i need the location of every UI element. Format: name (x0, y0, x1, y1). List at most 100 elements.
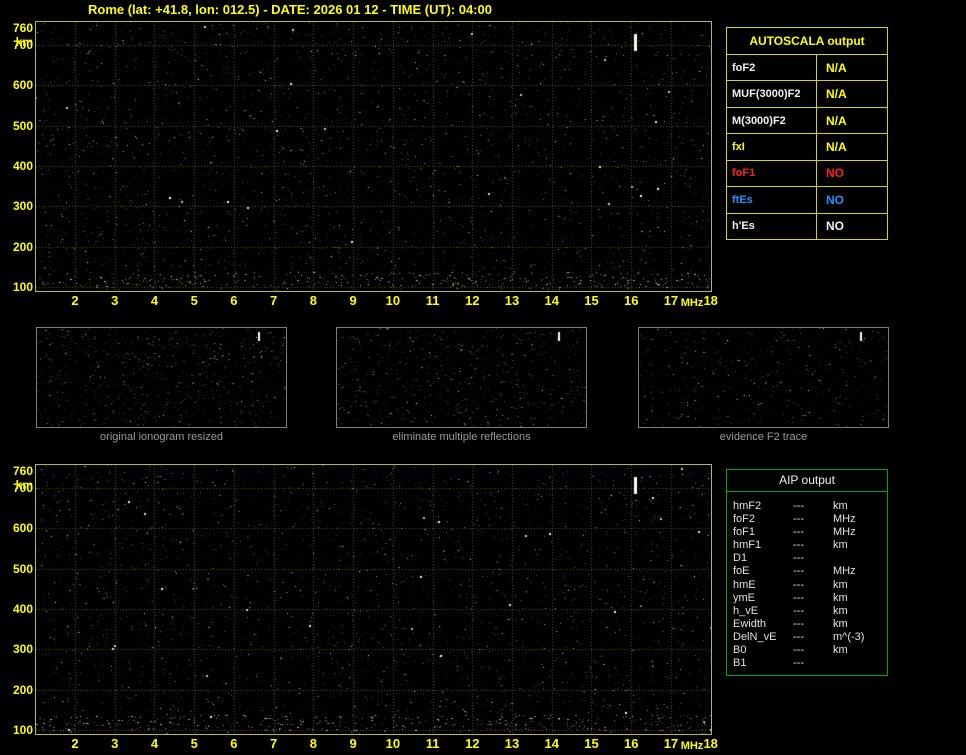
top-ionogram-canvas (36, 22, 711, 291)
autoscala-row: ftEsNO (727, 186, 887, 212)
top-ionogram-x-axis-unit: MHz (676, 297, 708, 310)
aip-row: foF2---MHz (727, 513, 887, 526)
top-ionogram-x-tick-label: 3 (100, 294, 130, 308)
aip-param-unit: MHz (833, 513, 887, 526)
aip-param-label: Ewidth (733, 618, 793, 631)
autoscala-row: foF1NO (727, 160, 887, 186)
autoscala-param-label: ftEs (727, 187, 817, 212)
bottom-ionogram-y-tick-label: 400 (0, 602, 33, 616)
aip-param-label: h_vE (733, 605, 793, 618)
thumbnail-original-ionogram-canvas (37, 328, 286, 427)
top-ionogram-x-tick-label: 12 (457, 294, 487, 308)
bottom-ionogram-x-tick-label: 8 (298, 737, 328, 751)
aip-row: hmF1---km (727, 539, 887, 552)
aip-table-title: AIP output (727, 470, 887, 492)
aip-param-unit (833, 657, 887, 670)
aip-row: hmE---km (727, 579, 887, 592)
top-ionogram-x-tick-label: 8 (298, 294, 328, 308)
aip-param-label: B1 (733, 657, 793, 670)
bottom-ionogram-y-axis-max-label: 760 (0, 464, 33, 478)
thumbnail-caption-original: original ionogram resized (36, 431, 287, 443)
aip-param-label: foF2 (733, 513, 793, 526)
aip-param-value: --- (793, 605, 833, 618)
bottom-ionogram-y-tick-label: 100 (0, 723, 33, 737)
aip-param-label: hmE (733, 579, 793, 592)
thumbnail-evidence-f2-trace (638, 327, 889, 428)
aip-param-unit: km (833, 644, 887, 657)
top-ionogram-x-tick-label: 10 (378, 294, 408, 308)
bottom-ionogram-x-tick-label: 9 (338, 737, 368, 751)
bottom-ionogram-x-tick-label: 5 (179, 737, 209, 751)
autoscala-row: fxIN/A (727, 133, 887, 159)
aip-row: h_vE---km (727, 605, 887, 618)
aip-param-value: --- (793, 552, 833, 565)
aip-row: B1--- (727, 657, 887, 670)
bottom-ionogram-y-tick-label: 300 (0, 642, 33, 656)
aip-row: D1--- (727, 552, 887, 565)
aip-param-label: hmF2 (733, 500, 793, 513)
autoscala-param-label: M(3000)F2 (727, 108, 817, 133)
autoscala-param-label: foF2 (727, 55, 817, 80)
top-ionogram-x-tick-label: 7 (259, 294, 289, 308)
aip-param-value: --- (793, 565, 833, 578)
bottom-ionogram-panel (35, 464, 712, 735)
thumbnail-eliminate-reflections-canvas (337, 328, 586, 427)
top-ionogram-y-tick-label: 500 (0, 119, 33, 133)
top-ionogram-x-tick-label: 14 (537, 294, 567, 308)
bottom-ionogram-y-tick-label: 500 (0, 562, 33, 576)
autoscala-param-label: h'Es (727, 214, 817, 239)
top-ionogram-x-tick-label: 16 (616, 294, 646, 308)
aip-row: DelN_vE---m^(-3) (727, 631, 887, 644)
aip-param-value: --- (793, 631, 833, 644)
aip-param-unit: km (833, 539, 887, 552)
bottom-ionogram-y-tick-label: 600 (0, 521, 33, 535)
bottom-ionogram-x-tick-label: 13 (497, 737, 527, 751)
top-ionogram-y-tick-label: 700 (0, 38, 33, 52)
aip-param-label: D1 (733, 552, 793, 565)
autoscala-param-value: N/A (817, 55, 887, 80)
top-ionogram-x-tick-label: 5 (179, 294, 209, 308)
top-ionogram-x-tick-label: 2 (60, 294, 90, 308)
aip-param-label: DelN_vE (733, 631, 793, 644)
aip-output-table: AIP output hmF2---kmfoF2---MHzfoF1---MHz… (726, 469, 888, 676)
top-ionogram-x-tick-label: 11 (418, 294, 448, 308)
aip-param-label: hmF1 (733, 539, 793, 552)
aip-param-unit: km (833, 605, 887, 618)
top-ionogram-y-tick-label: 200 (0, 240, 33, 254)
aip-row: Ewidth---km (727, 618, 887, 631)
bottom-ionogram-x-tick-label: 4 (139, 737, 169, 751)
thumbnail-original-ionogram (36, 327, 287, 428)
thumbnail-eliminate-reflections (336, 327, 587, 428)
bottom-ionogram-x-tick-label: 11 (418, 737, 448, 751)
top-ionogram-x-tick-label: 13 (497, 294, 527, 308)
top-ionogram-x-tick-label: 6 (219, 294, 249, 308)
bottom-ionogram-x-tick-label: 10 (378, 737, 408, 751)
bottom-ionogram-x-tick-label: 16 (616, 737, 646, 751)
aip-param-value: --- (793, 579, 833, 592)
aip-param-unit: MHz (833, 565, 887, 578)
autoscala-param-label: foF1 (727, 161, 817, 186)
aip-param-label: ymE (733, 592, 793, 605)
aip-param-value: --- (793, 618, 833, 631)
top-ionogram-y-tick-label: 100 (0, 280, 33, 294)
aip-param-unit: m^(-3) (833, 631, 887, 644)
aip-param-value: --- (793, 592, 833, 605)
aip-param-unit: km (833, 500, 887, 513)
thumbnail-caption-reflections: eliminate multiple reflections (336, 431, 587, 443)
top-ionogram-x-tick-label: 4 (139, 294, 169, 308)
aip-param-value: --- (793, 644, 833, 657)
top-ionogram-panel (35, 21, 712, 292)
aip-param-value: --- (793, 526, 833, 539)
autoscala-param-value: NO (817, 161, 887, 186)
top-ionogram-y-tick-label: 400 (0, 159, 33, 173)
aip-param-unit: km (833, 579, 887, 592)
autoscala-param-value: N/A (817, 134, 887, 159)
autoscala-row: foF2N/A (727, 55, 887, 80)
bottom-ionogram-x-tick-label: 12 (457, 737, 487, 751)
bottom-ionogram-x-tick-label: 14 (537, 737, 567, 751)
bottom-ionogram-x-tick-label: 6 (219, 737, 249, 751)
bottom-ionogram-x-tick-label: 2 (60, 737, 90, 751)
top-ionogram-x-tick-label: 15 (576, 294, 606, 308)
bottom-ionogram-y-tick-label: 700 (0, 481, 33, 495)
autoscala-table-title: AUTOSCALA output (727, 28, 887, 55)
